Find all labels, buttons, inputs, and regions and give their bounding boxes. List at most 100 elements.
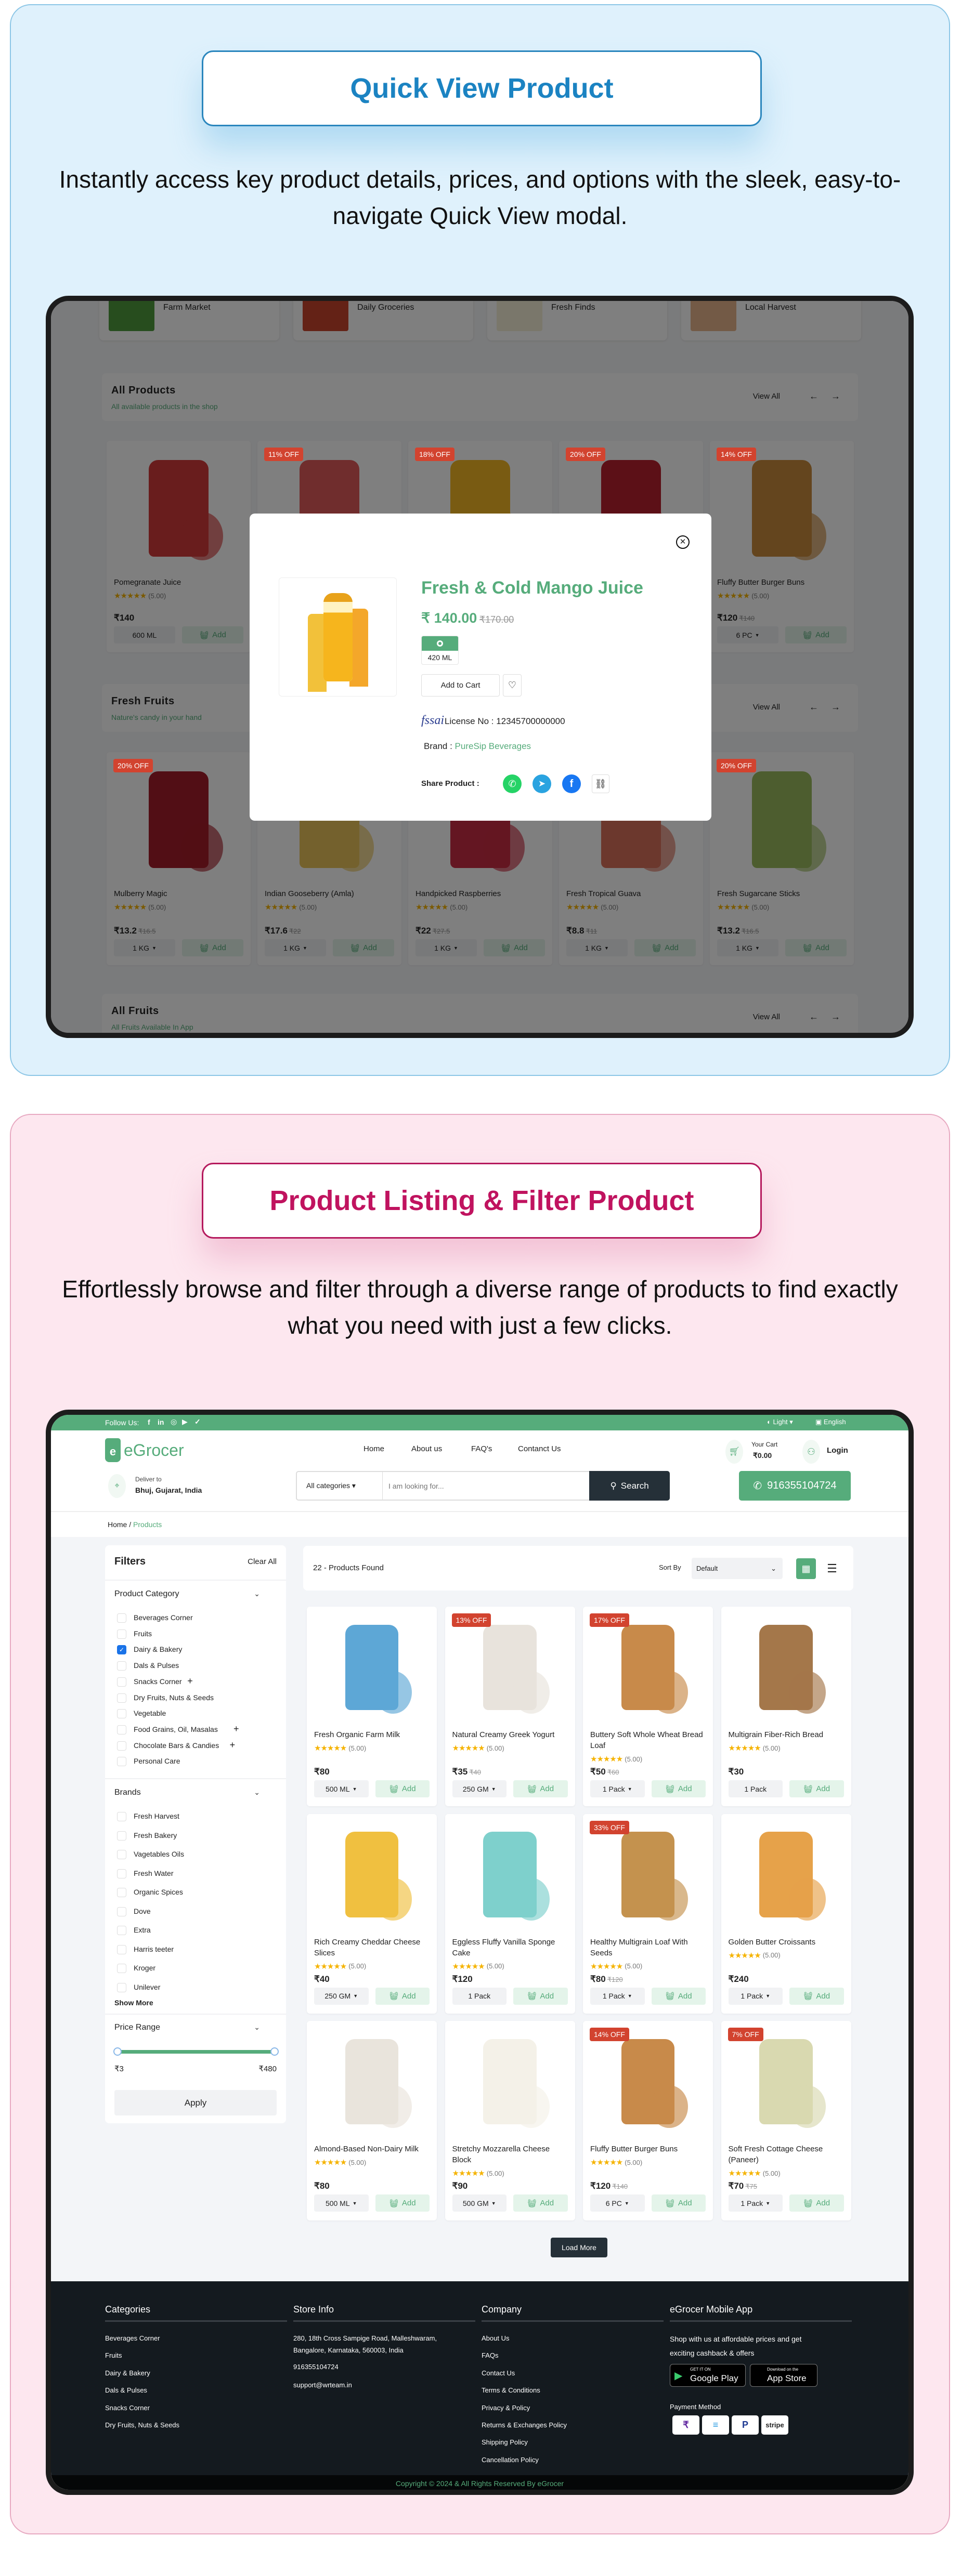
footer-company-link[interactable]: About Us: [482, 2334, 509, 2342]
brand-checkbox[interactable]: [117, 1831, 126, 1841]
product-name[interactable]: Multigrain Fiber-Rich Bread: [729, 1729, 844, 1740]
add-button[interactable]: 🧺︎Add: [789, 1987, 844, 2005]
product-card[interactable]: 33% OFF Healthy Multigrain Loaf With Seed…: [583, 1813, 713, 2014]
price-slider-max-handle[interactable]: [270, 2047, 279, 2056]
youtube-icon[interactable]: ▶: [182, 1417, 188, 1426]
variant-select[interactable]: 6 PC▼: [590, 2194, 645, 2212]
facebook-icon[interactable]: f: [562, 774, 581, 793]
category-checkbox[interactable]: [117, 1741, 126, 1751]
brand-checkbox[interactable]: [117, 1812, 126, 1821]
product-name[interactable]: Golden Butter Croissants: [729, 1937, 844, 1948]
product-image[interactable]: [314, 1614, 430, 1721]
breadcrumb-home[interactable]: Home: [108, 1520, 127, 1529]
category-checkbox[interactable]: [117, 1677, 126, 1687]
phone-button[interactable]: ✆ 916355104724: [739, 1471, 851, 1501]
brand-link[interactable]: PureSip Beverages: [455, 741, 531, 751]
category-label[interactable]: Snacks Corner: [134, 1677, 182, 1686]
category-label[interactable]: Fruits: [134, 1629, 152, 1638]
brand-checkbox[interactable]: [117, 1982, 126, 1992]
product-name[interactable]: Fresh Organic Farm Milk: [314, 1729, 430, 1740]
product-image[interactable]: [590, 2028, 706, 2135]
product-card[interactable]: Eggless Fluffy Vanilla Sponge Cake ★★★★★(…: [445, 1813, 575, 2014]
category-checkbox[interactable]: [117, 1629, 126, 1639]
variant-select[interactable]: 250 GM ▼: [314, 1987, 369, 2005]
product-name[interactable]: Fluffy Butter Burger Buns: [590, 2144, 706, 2154]
category-select[interactable]: All categories ▾: [297, 1472, 383, 1500]
facebook-icon[interactable]: f: [148, 1418, 150, 1426]
price-slider-track[interactable]: [118, 2050, 274, 2054]
category-checkbox[interactable]: [117, 1613, 126, 1623]
product-name[interactable]: Buttery Soft Whole Wheat Bread Loaf: [590, 1729, 706, 1751]
brand-checkbox[interactable]: [117, 1944, 126, 1954]
grid-view-icon[interactable]: ▦: [796, 1558, 816, 1579]
variant-select[interactable]: 1 Pack ▼: [590, 1780, 645, 1797]
category-checkbox[interactable]: [117, 1757, 126, 1767]
category-label[interactable]: Dals & Pulses: [134, 1661, 179, 1670]
nav-contact-us[interactable]: Contanct Us: [518, 1444, 561, 1453]
add-button[interactable]: 🧺︎Add: [651, 1780, 706, 1797]
search-input[interactable]: [383, 1472, 589, 1500]
brand-label[interactable]: Kroger: [134, 1964, 155, 1972]
product-image[interactable]: [729, 2028, 844, 2135]
category-label[interactable]: Dairy & Bakery: [134, 1645, 182, 1653]
product-card[interactable]: Rich Creamy Cheddar Cheese Slices ★★★★★ (5…: [307, 1813, 437, 2014]
product-image[interactable]: [729, 1821, 844, 1928]
variant-select[interactable]: 500 GM ▼: [452, 2194, 507, 2212]
twitter-icon[interactable]: ✓: [194, 1417, 201, 1426]
product-name[interactable]: Eggless Fluffy Vanilla Sponge Cake: [452, 1937, 568, 1959]
product-image[interactable]: [729, 1614, 844, 1721]
variant-select[interactable]: 1 Pack: [452, 1987, 507, 2005]
product-card[interactable]: 7% OFF Soft Fresh Cottage Cheese (Paneer)…: [721, 2021, 851, 2220]
clear-all-button[interactable]: Clear All: [248, 1557, 277, 1566]
add-button[interactable]: 🧺︎Add: [651, 1987, 706, 2005]
login-link[interactable]: Login: [827, 1446, 848, 1455]
variant-select[interactable]: 1 Pack: [728, 1780, 783, 1797]
wishlist-heart-icon[interactable]: ♡: [503, 674, 522, 696]
add-button[interactable]: 🧺︎Add: [375, 1780, 430, 1797]
brand-label[interactable]: Unilever: [134, 1983, 160, 1991]
cart-icon[interactable]: 🛒︎: [725, 1440, 743, 1464]
close-icon[interactable]: ✕: [676, 535, 690, 549]
store-phone[interactable]: 916355104724: [293, 2363, 339, 2371]
category-checkbox[interactable]: [117, 1709, 126, 1719]
footer-category-link[interactable]: Beverages Corner: [105, 2334, 160, 2342]
product-name[interactable]: Almond-Based Non-Dairy Milk: [314, 2144, 430, 2154]
footer-category-link[interactable]: Dairy & Bakery: [105, 2369, 150, 2377]
search-button[interactable]: ⚲ Search: [589, 1471, 670, 1501]
price-slider-min-handle[interactable]: [113, 2047, 122, 2056]
brand-checkbox[interactable]: [117, 1907, 126, 1916]
category-label[interactable]: Vegetable: [134, 1709, 166, 1717]
product-image[interactable]: [590, 1821, 706, 1928]
product-card[interactable]: 14% OFF Fluffy Butter Burger Buns ★★★★★(5.…: [583, 2021, 713, 2220]
product-name[interactable]: Soft Fresh Cottage Cheese (Paneer): [729, 2144, 844, 2165]
sort-select[interactable]: Default ⌄: [692, 1558, 783, 1579]
product-card[interactable]: Golden Butter Croissants ★★★★★ (5.00) ₹240 1…: [721, 1813, 851, 2014]
brand-checkbox[interactable]: [117, 1964, 126, 1973]
google-play-badge[interactable]: ▶ GET IT ON Google Play: [670, 2364, 746, 2387]
product-image[interactable]: [452, 1821, 568, 1928]
brand-checkbox[interactable]: [117, 1926, 126, 1935]
add-button[interactable]: 🧺︎Add: [513, 2194, 568, 2212]
brand-label[interactable]: Fresh Water: [134, 1869, 174, 1877]
category-checkbox[interactable]: [117, 1725, 126, 1734]
category-checkbox[interactable]: [117, 1661, 126, 1671]
expand-plus-icon[interactable]: +: [230, 1740, 236, 1751]
add-button[interactable]: 🧺︎Add: [789, 2194, 844, 2212]
price-range-heading[interactable]: Price Range: [114, 2023, 160, 2032]
brand-label[interactable]: Extra: [134, 1926, 151, 1934]
variant-select[interactable]: 1 Pack ▼: [590, 1987, 645, 2005]
category-checkbox[interactable]: [117, 1693, 126, 1703]
product-card[interactable]: Stretchy Mozzarella Cheese Block ★★★★★ (5.…: [445, 2021, 575, 2220]
chevron-down-icon[interactable]: ⌄: [254, 1788, 260, 1797]
product-name[interactable]: Stretchy Mozzarella Cheese Block: [452, 2144, 568, 2165]
category-label[interactable]: Dry Fruits, Nuts & Seeds: [134, 1693, 214, 1702]
product-card[interactable]: Fresh Organic Farm Milk ★★★★★ (5.00) ₹80 500…: [307, 1607, 437, 1806]
brand-label[interactable]: Dove: [134, 1907, 151, 1915]
product-card[interactable]: 17% OFF Buttery Soft Whole Wheat Bread Lo…: [583, 1607, 713, 1806]
add-button[interactable]: 🧺︎Add: [513, 1987, 568, 2005]
variant-option[interactable]: 420 ML: [421, 636, 459, 665]
brands-heading[interactable]: Brands: [114, 1788, 141, 1797]
footer-company-link[interactable]: Terms & Conditions: [482, 2386, 540, 2394]
category-label[interactable]: Beverages Corner: [134, 1613, 193, 1622]
store-email[interactable]: support@wrteam.in: [293, 2381, 352, 2389]
